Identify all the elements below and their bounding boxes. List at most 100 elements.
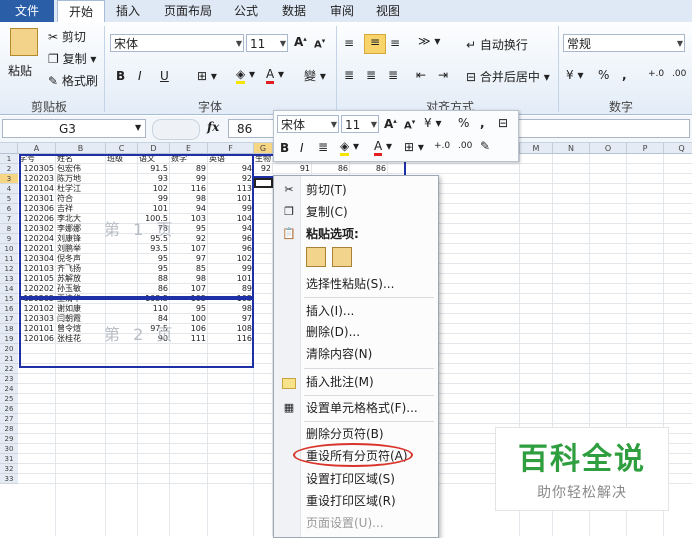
column-header-D[interactable]: D xyxy=(138,143,170,154)
menu-item-insert[interactable]: 插入(I)... xyxy=(274,301,438,321)
decrease-decimal-icon[interactable]: .00 xyxy=(672,69,686,79)
borders-icon[interactable]: ⊞ ▾ xyxy=(197,69,217,83)
row-header-16[interactable]: 16 xyxy=(0,304,18,314)
column-header-N[interactable]: N xyxy=(553,143,590,154)
paste-option-values-icon[interactable] xyxy=(332,247,352,267)
row-header-5[interactable]: 5 xyxy=(0,194,18,204)
selected-cell-G3[interactable] xyxy=(254,178,273,188)
row-header-8[interactable]: 8 xyxy=(0,224,18,234)
bold-button[interactable]: B xyxy=(116,69,125,83)
fx-icon[interactable]: fx xyxy=(207,120,219,134)
paste-button[interactable]: 粘贴 xyxy=(8,62,32,79)
row-header-3[interactable]: 3 xyxy=(0,174,18,184)
orientation-icon[interactable]: ≫ ▾ xyxy=(418,34,440,48)
row-header-33[interactable]: 33 xyxy=(0,474,18,484)
row-header-1[interactable]: 1 xyxy=(0,154,18,164)
select-all-corner[interactable] xyxy=(0,143,18,154)
column-header-G[interactable]: G xyxy=(254,143,273,154)
font-size-combo[interactable]: 11 ▼ xyxy=(246,34,288,52)
row-header-15[interactable]: 15 xyxy=(0,294,18,304)
paste-option-paste-icon[interactable] xyxy=(306,247,326,267)
tab-review[interactable]: 审阅 xyxy=(322,0,362,22)
font-color-icon[interactable]: A ▾ xyxy=(374,139,392,156)
column-header-P[interactable]: P xyxy=(627,143,664,154)
menu-item-reset-print-area[interactable]: 重设打印区域(R) xyxy=(274,491,438,511)
font-color-button[interactable]: A ▾ xyxy=(266,67,284,84)
tab-insert[interactable]: 插入 xyxy=(108,0,148,22)
increase-decimal-icon[interactable]: +.0 xyxy=(434,141,450,151)
decrease-decimal-icon[interactable]: .00 xyxy=(458,141,472,151)
row-header-13[interactable]: 13 xyxy=(0,274,18,284)
paste-icon[interactable] xyxy=(10,28,38,56)
brush-icon[interactable]: ✎ xyxy=(480,139,490,153)
borders-icon[interactable]: ⊞ ▾ xyxy=(404,140,424,154)
menu-item-clear-contents[interactable]: 清除内容(N) xyxy=(274,344,438,364)
tab-file[interactable]: 文件 xyxy=(0,0,54,22)
wrap-text-button[interactable]: ↵ 自动换行 xyxy=(466,36,528,53)
row-header-30[interactable]: 30 xyxy=(0,444,18,454)
menu-item-insert-comment[interactable]: 插入批注(M) xyxy=(274,372,438,392)
italic-icon[interactable]: I xyxy=(300,141,304,155)
menu-item-cut[interactable]: ✂ 剪切(T) xyxy=(274,180,438,200)
menu-item-paste-special[interactable]: 选择性粘贴(S)... xyxy=(274,274,438,294)
tab-data[interactable]: 数据 xyxy=(274,0,314,22)
row-header-22[interactable]: 22 xyxy=(0,364,18,374)
column-header-A[interactable]: A xyxy=(18,143,56,154)
fill-color-icon[interactable]: ◈ ▾ xyxy=(340,139,359,156)
shrink-font-icon[interactable]: A▾ xyxy=(314,37,325,50)
row-header-18[interactable]: 18 xyxy=(0,324,18,334)
row-header-31[interactable]: 31 xyxy=(0,454,18,464)
currency-icon[interactable]: ¥ ▾ xyxy=(424,116,441,130)
row-header-17[interactable]: 17 xyxy=(0,314,18,324)
font-name-combo[interactable]: 宋体 ▼ xyxy=(110,34,244,52)
align-right-icon[interactable]: ≣ xyxy=(388,68,398,82)
menu-item-copy[interactable]: ❐ 复制(C) xyxy=(274,202,438,222)
tab-view[interactable]: 视图 xyxy=(368,0,408,22)
grow-font-icon[interactable]: A▴ xyxy=(384,117,397,131)
tab-formulas[interactable]: 公式 xyxy=(226,0,266,22)
formula-bar-splitter[interactable] xyxy=(152,119,200,140)
column-header-B[interactable]: B xyxy=(56,143,106,154)
row-header-12[interactable]: 12 xyxy=(0,264,18,274)
row-header-28[interactable]: 28 xyxy=(0,424,18,434)
shrink-font-icon[interactable]: A▾ xyxy=(404,118,415,131)
row-header-19[interactable]: 19 xyxy=(0,334,18,344)
comma-button[interactable]: , xyxy=(622,68,627,82)
column-header-O[interactable]: O xyxy=(590,143,627,154)
mini-percent-button[interactable]: % xyxy=(458,116,469,130)
row-header-26[interactable]: 26 xyxy=(0,404,18,414)
merge-center-button[interactable]: ⊟ 合并后居中 ▾ xyxy=(466,68,550,85)
row-header-25[interactable]: 25 xyxy=(0,394,18,404)
row-header-29[interactable]: 29 xyxy=(0,434,18,444)
mini-comma-button[interactable]: , xyxy=(480,116,485,130)
column-header-E[interactable]: E xyxy=(170,143,208,154)
align-center-icon[interactable]: ≣ xyxy=(318,140,328,154)
align-center-icon[interactable]: ≣ xyxy=(366,68,376,82)
number-format-combo[interactable]: 常规 ▼ xyxy=(563,34,685,52)
align-left-icon[interactable]: ≣ xyxy=(344,68,354,82)
row-header-6[interactable]: 6 xyxy=(0,204,18,214)
menu-item-delete[interactable]: 删除(D)... xyxy=(274,322,438,342)
row-header-20[interactable]: 20 xyxy=(0,344,18,354)
column-header-Q[interactable]: Q xyxy=(664,143,692,154)
menu-item-set-print-area[interactable]: 设置打印区域(S) xyxy=(274,469,438,489)
column-header-M[interactable]: M xyxy=(520,143,553,154)
tab-home[interactable]: 开始 xyxy=(57,0,105,23)
row-header-24[interactable]: 24 xyxy=(0,384,18,394)
fill-color-icon[interactable]: ◈ ▾ xyxy=(236,67,255,84)
grow-font-icon[interactable]: A▴ xyxy=(294,35,307,49)
italic-button[interactable]: I xyxy=(138,69,142,83)
underline-button[interactable]: U xyxy=(160,69,169,83)
align-top-icon[interactable]: ≡ xyxy=(344,36,354,50)
menu-item-remove-page-break[interactable]: 删除分页符(B) xyxy=(274,424,438,444)
align-middle-icon[interactable]: ≡ xyxy=(364,34,386,54)
row-header-23[interactable]: 23 xyxy=(0,374,18,384)
bold-icon[interactable]: B xyxy=(280,141,289,155)
currency-icon[interactable]: ¥ ▾ xyxy=(566,68,583,82)
mini-size-combo[interactable]: 11 ▼ xyxy=(341,115,379,133)
cut-button[interactable]: ✂ 剪切 xyxy=(48,28,86,45)
increase-decimal-icon[interactable]: +.0 xyxy=(648,69,664,79)
wen-button[interactable]: 變 ▾ xyxy=(304,67,326,84)
percent-button[interactable]: % xyxy=(598,68,609,82)
row-header-7[interactable]: 7 xyxy=(0,214,18,224)
